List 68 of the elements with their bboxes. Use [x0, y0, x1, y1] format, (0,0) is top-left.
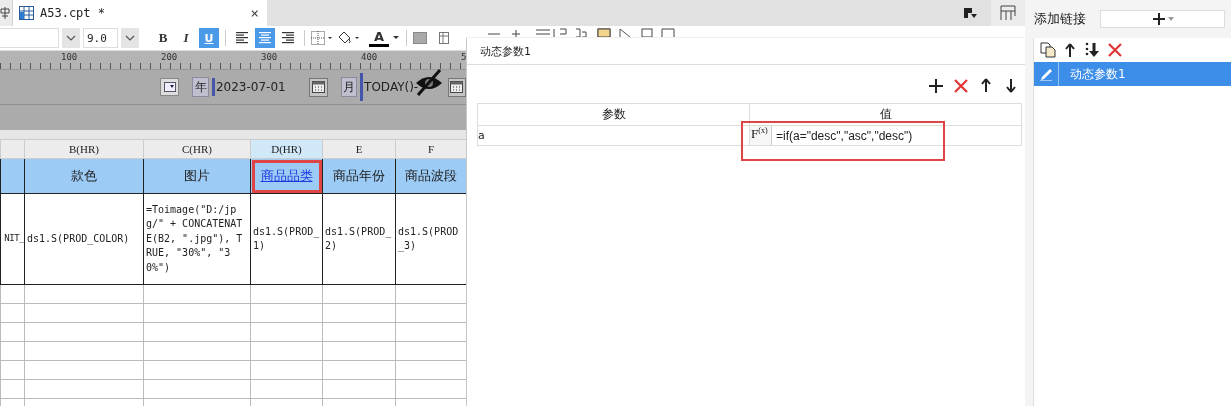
calendar-button[interactable] — [447, 77, 466, 97]
arrow-down-icon[interactable] — [1004, 78, 1017, 93]
formula-cell: ds1.S(PROD_2) — [322, 193, 396, 285]
add-link-label: 添加链接 — [1034, 10, 1086, 28]
italic-button[interactable]: I — [176, 28, 196, 48]
header-cell: 商品年份 — [322, 158, 396, 194]
header-cell: 款色 — [24, 158, 144, 194]
header-cell: 商品波段 — [395, 158, 466, 194]
report-icon — [19, 6, 34, 20]
column-header[interactable]: F — [395, 139, 466, 159]
copy-icon[interactable] — [1040, 42, 1056, 58]
parameter-value: TODAY()- — [364, 80, 419, 94]
formula-cell: ds1.S(PROD_COLOR) — [24, 193, 144, 285]
column-header[interactable]: C(HR) — [143, 139, 251, 159]
delete-icon[interactable] — [953, 78, 968, 93]
calendar-icon[interactable] — [311, 81, 325, 93]
formula-cell: =Toimage("D:/jpg/" + CONCATENATE(B2, ".jpg"), TRUE, "30%", "30%") — [143, 193, 251, 285]
font-size-field[interactable]: 9.0 — [83, 28, 118, 48]
caret-icon — [1167, 17, 1174, 21]
layout-icon — [1000, 5, 1016, 21]
font-color-button[interactable]: A — [369, 29, 389, 47]
calendar-button[interactable] — [309, 77, 328, 97]
bold-button[interactable]: B — [153, 28, 173, 48]
font-field[interactable] — [0, 28, 59, 48]
add-icon[interactable] — [928, 78, 943, 93]
combo-widget[interactable] — [160, 78, 180, 96]
parameter-name-cell[interactable]: a — [477, 125, 750, 146]
grid-icon — [0, 7, 10, 19]
ruler-label: 400 — [361, 52, 378, 62]
close-icon[interactable]: × — [250, 5, 259, 21]
merge-cells-icon[interactable] — [413, 32, 427, 44]
dialog-title: 动态参数1 — [467, 38, 1025, 65]
ruler-label: 200 — [161, 52, 178, 62]
cell-link[interactable]: 商品品类 — [260, 168, 313, 183]
calendar-icon[interactable] — [450, 81, 464, 93]
arrow-up-icon[interactable] — [1064, 42, 1076, 58]
parameter-label: 月 — [340, 77, 358, 97]
add-icon — [1151, 12, 1166, 26]
move-to-bottom-icon[interactable] — [1084, 42, 1100, 58]
ruler-label: 100 — [61, 52, 78, 62]
column-header[interactable]: D(HR) — [250, 139, 323, 159]
delete-icon[interactable] — [1108, 43, 1122, 57]
formula-value[interactable]: =if(a="desc","asc","desc") — [776, 128, 913, 143]
add-link-dropdown[interactable] — [1100, 10, 1225, 28]
header-cell: 图片 — [143, 158, 251, 194]
column-header[interactable]: E — [322, 139, 396, 159]
table-icon[interactable] — [439, 32, 449, 44]
tab-title: A53.cpt * — [40, 6, 107, 20]
ruler-label: 5 — [461, 52, 466, 62]
chevron-down-icon — [125, 35, 135, 41]
formula-cell: ds1.S(PROD_1) — [250, 193, 323, 285]
column-header[interactable]: B(HR) — [24, 139, 144, 159]
parameter-value: 2023-07-01 — [215, 80, 286, 94]
caret-icon[interactable] — [392, 35, 400, 41]
arrow-up-icon[interactable] — [979, 78, 992, 93]
parameter-label: 年 — [192, 77, 209, 97]
size-dropdown[interactable] — [121, 28, 139, 48]
parameter-field[interactable]: 2023-07-01 — [211, 78, 304, 96]
column-header: 参数 — [477, 103, 750, 126]
ruler-label: 300 — [261, 52, 278, 62]
formula-cell: NIT_ — [0, 193, 25, 285]
format-icon[interactable] — [963, 7, 977, 19]
pencil-icon — [1039, 67, 1053, 81]
parameter-field[interactable]: TODAY()- — [360, 73, 442, 101]
font-dropdown[interactable] — [62, 28, 80, 48]
dropdown-icon — [163, 82, 176, 92]
chevron-down-icon — [66, 35, 76, 41]
file-tab[interactable]: A53.cpt * × — [13, 0, 267, 26]
